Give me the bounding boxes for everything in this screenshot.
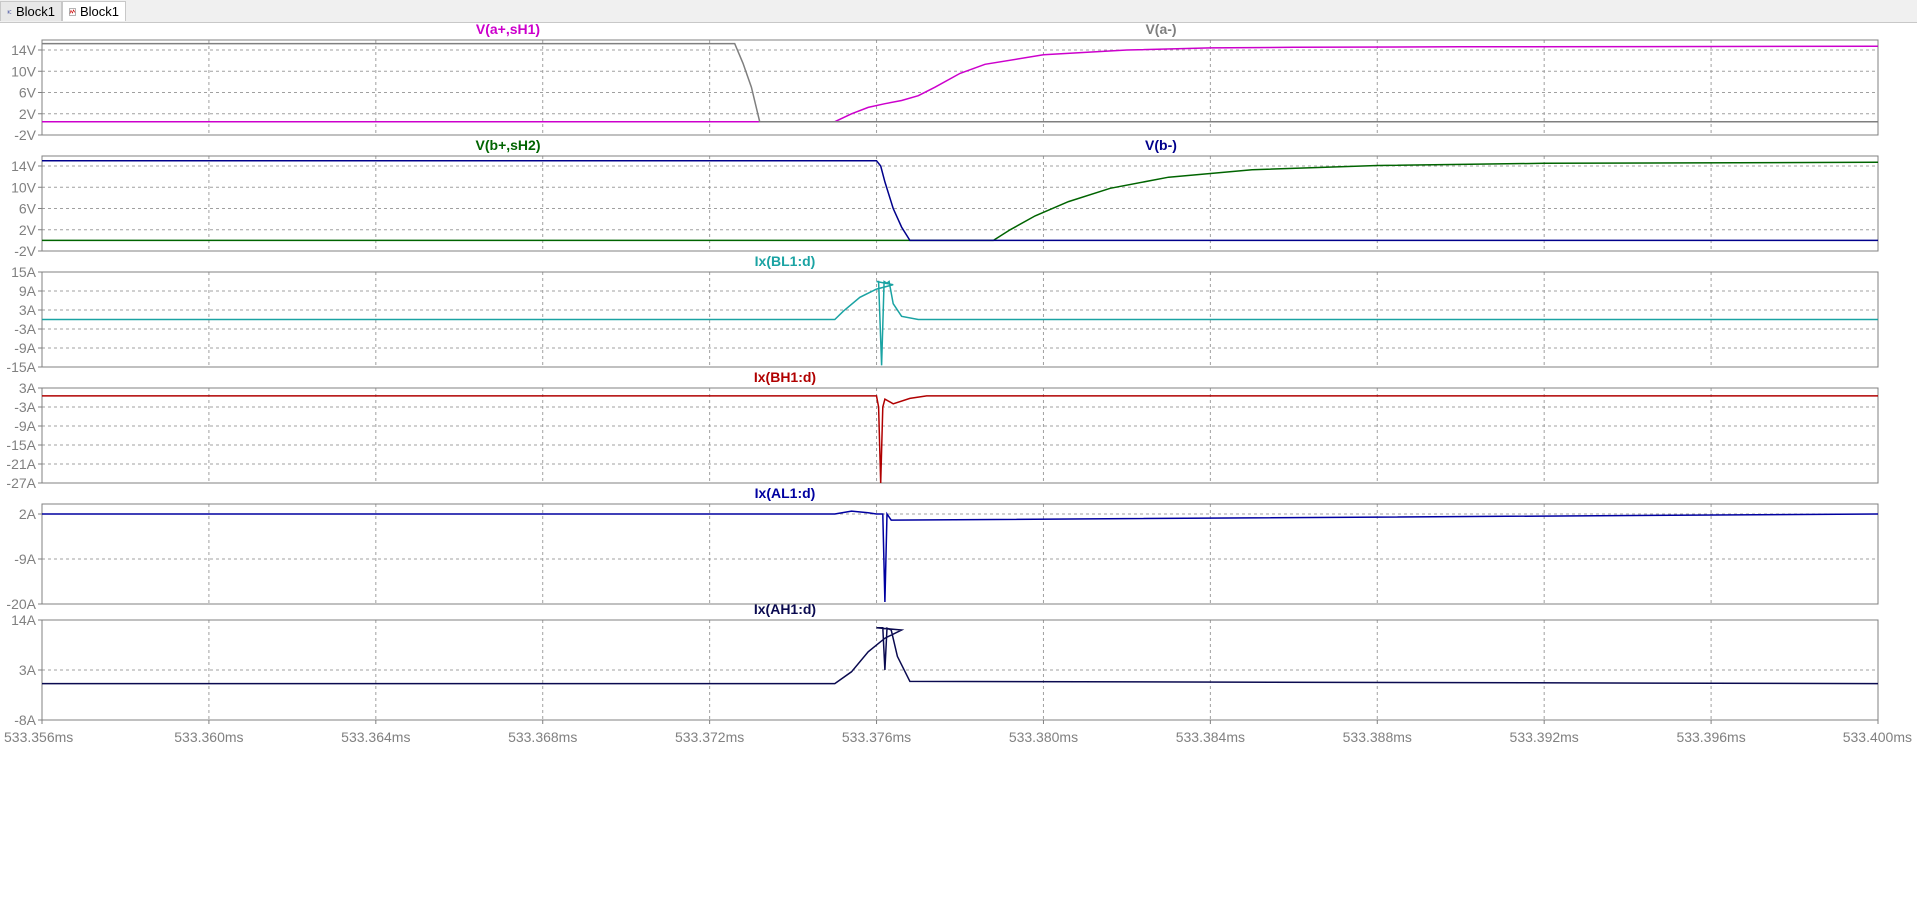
x-tick-label: 533.392ms: [1510, 729, 1579, 745]
pane-frame: [41, 39, 1879, 136]
x-tick-label: 533.372ms: [675, 729, 744, 745]
pane-2[interactable]: 14V 10V 6V 2V -2V V(b+,sH2) V(b-): [11, 137, 1879, 259]
x-tick-label: 533.376ms: [842, 729, 911, 745]
series-line: [42, 42, 1878, 123]
x-tick-label: 533.396ms: [1676, 729, 1745, 745]
y-tick-label: -20A: [6, 596, 36, 612]
series-line: [42, 159, 1878, 242]
series-line: [42, 510, 1878, 603]
schematic-icon: [7, 9, 12, 14]
series-line: [42, 395, 1878, 483]
waveform-icon: [69, 8, 76, 15]
y-tick-label: 2V: [19, 106, 37, 122]
pane-5[interactable]: 2A -9A -20A Ix(AL1:d): [6, 485, 1879, 612]
tab-waveform[interactable]: Block1: [62, 1, 126, 21]
y-tick-label: 3A: [19, 380, 37, 396]
pane-4[interactable]: 3A -3A -9A -15A -21A -27A Ix(BH1:d): [6, 369, 1879, 491]
y-tick-label: 3A: [19, 302, 37, 318]
tab-schematic[interactable]: Block1: [0, 1, 62, 21]
y-tick-label: 14A: [11, 612, 37, 628]
tab-label: Block1: [15, 4, 55, 19]
x-tick-label: 533.400ms: [1843, 729, 1912, 745]
x-tick-label: 533.364ms: [341, 729, 410, 745]
x-tick-label: 533.388ms: [1343, 729, 1412, 745]
y-tick-label: 10V: [11, 179, 37, 195]
series-title[interactable]: Ix(BL1:d): [755, 253, 816, 269]
pane-frame: [41, 387, 1879, 484]
y-tick-label: 14V: [11, 42, 37, 58]
y-tick-label: -9A: [14, 551, 36, 567]
pane-3[interactable]: 15A 9A 3A -3A -9A -15A Ix(BL1:d): [6, 253, 1879, 375]
series-title[interactable]: V(b+,sH2): [476, 137, 541, 153]
series-title[interactable]: Ix(BH1:d): [754, 369, 816, 385]
y-tick-label: 2V: [19, 222, 37, 238]
y-tick-label: 9A: [19, 283, 37, 299]
series-line: [42, 161, 1878, 242]
series-title[interactable]: V(b-): [1145, 137, 1177, 153]
y-tick-label: -21A: [6, 456, 36, 472]
x-tick-label: 533.356ms: [4, 729, 73, 745]
x-tick-label: 533.380ms: [1009, 729, 1078, 745]
x-tick-label: 533.368ms: [508, 729, 577, 745]
series-line: [42, 45, 1878, 123]
y-tick-label: 6V: [19, 201, 37, 217]
waveform-plot[interactable]: 14V 10V 6V 2V -2V V(a+,sH1) V(a-) 14V 10V 6V 2V -2V…: [0, 22, 1917, 918]
y-tick-label: 6V: [19, 85, 37, 101]
series-title[interactable]: V(a-): [1145, 22, 1176, 37]
series-title[interactable]: Ix(AL1:d): [755, 485, 816, 501]
tab-label: Block1: [79, 4, 119, 19]
y-tick-label: -2V: [14, 127, 36, 143]
y-tick-label: 3A: [19, 662, 37, 678]
series-line: [42, 626, 1878, 685]
y-tick-label: -27A: [6, 475, 36, 491]
y-tick-label: -9A: [14, 340, 36, 356]
series-title[interactable]: V(a+,sH1): [476, 22, 540, 37]
y-tick-label: 2A: [19, 506, 37, 522]
y-tick-label: -8A: [14, 712, 36, 728]
pane-1[interactable]: 14V 10V 6V 2V -2V V(a+,sH1) V(a-): [11, 22, 1879, 143]
y-tick-label: -9A: [14, 418, 36, 434]
y-tick-label: -3A: [14, 321, 36, 337]
y-tick-label: 14V: [11, 158, 37, 174]
y-tick-label: 10V: [11, 63, 37, 79]
pane-frame: [41, 155, 1879, 252]
y-tick-label: -2V: [14, 243, 36, 259]
y-tick-label: -3A: [14, 399, 36, 415]
series-line: [42, 280, 1878, 366]
y-tick-label: -15A: [6, 359, 36, 375]
x-tick-label: 533.384ms: [1176, 729, 1245, 745]
x-tick-label: 533.360ms: [174, 729, 243, 745]
y-tick-label: 15A: [11, 264, 37, 280]
series-title[interactable]: Ix(AH1:d): [754, 601, 816, 617]
pane-6[interactable]: 14A 3A -8A Ix(AH1:d): [11, 601, 1879, 728]
y-tick-label: -15A: [6, 437, 36, 453]
tab-bar: Block1 Block1: [0, 0, 1917, 23]
